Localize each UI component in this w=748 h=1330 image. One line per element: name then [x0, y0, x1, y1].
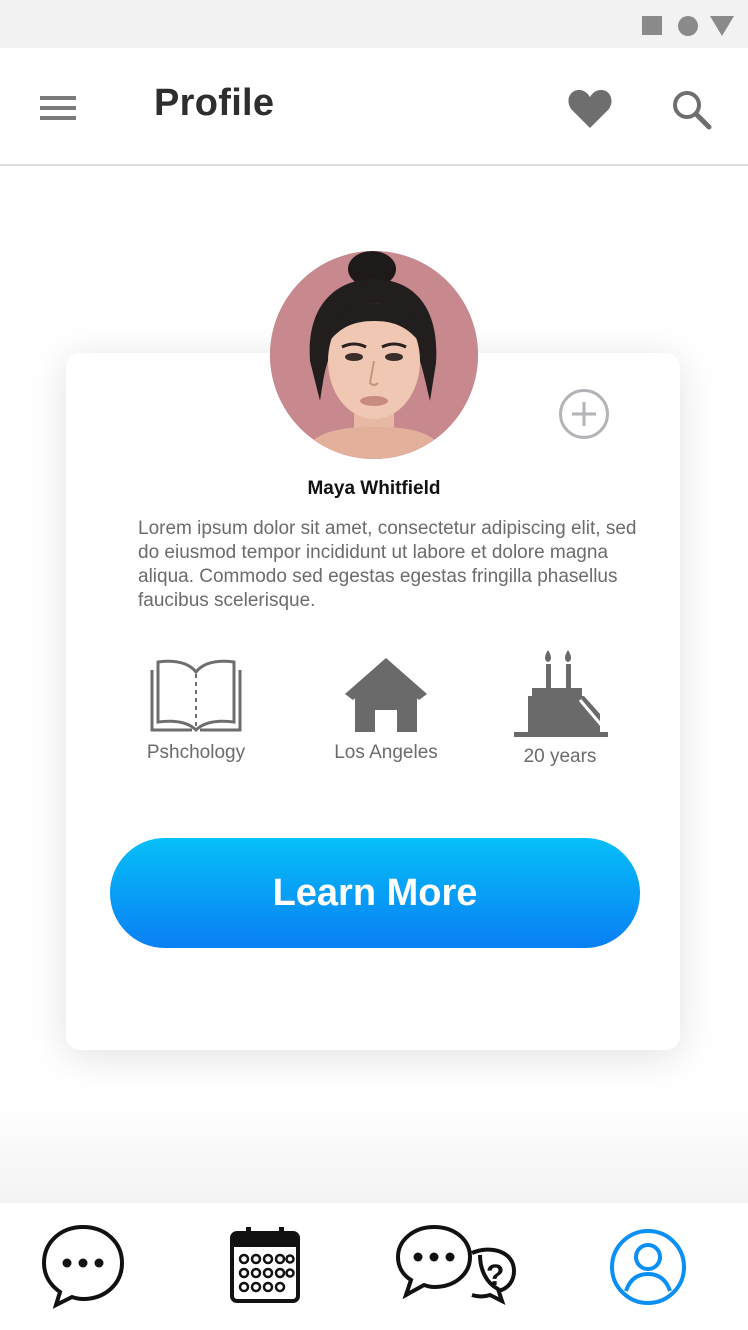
stat-age-label: 20 years: [523, 746, 597, 767]
profile-bio: Lorem ipsum dolor sit amet, consectetur …: [138, 518, 637, 611]
status-bar: [0, 0, 748, 48]
stat-city: Los Angeles: [318, 654, 454, 764]
calendar-icon[interactable]: [228, 1225, 304, 1305]
plus-circle-icon[interactable]: [557, 387, 611, 441]
stat-major: Pshchology: [130, 654, 262, 764]
birthday-cake-icon: [514, 650, 608, 737]
chat-bubble-icon[interactable]: [40, 1223, 126, 1309]
user-profile-icon[interactable]: [608, 1227, 688, 1307]
triangle-icon: [710, 16, 734, 36]
page-title: Profile: [154, 82, 275, 124]
app-bar: Profile: [0, 48, 748, 166]
bottom-nav: ?: [0, 1203, 748, 1330]
search-icon[interactable]: [668, 86, 716, 134]
question-chat-icon[interactable]: ?: [394, 1223, 520, 1307]
stat-age: 20 years: [504, 648, 616, 768]
square-icon: [642, 16, 662, 35]
svg-text:?: ?: [486, 1259, 504, 1292]
stat-city-label: Los Angeles: [334, 742, 438, 763]
house-icon: [345, 658, 427, 732]
circle-icon: [678, 16, 698, 36]
profile-name: Maya Whitfield: [307, 478, 441, 499]
open-book-icon: [150, 659, 242, 733]
heart-icon[interactable]: [566, 86, 614, 132]
hamburger-menu-icon[interactable]: [36, 90, 80, 126]
stat-major-label: Pshchology: [146, 742, 246, 763]
avatar[interactable]: [270, 251, 478, 459]
learn-more-button[interactable]: Learn More: [110, 838, 640, 948]
